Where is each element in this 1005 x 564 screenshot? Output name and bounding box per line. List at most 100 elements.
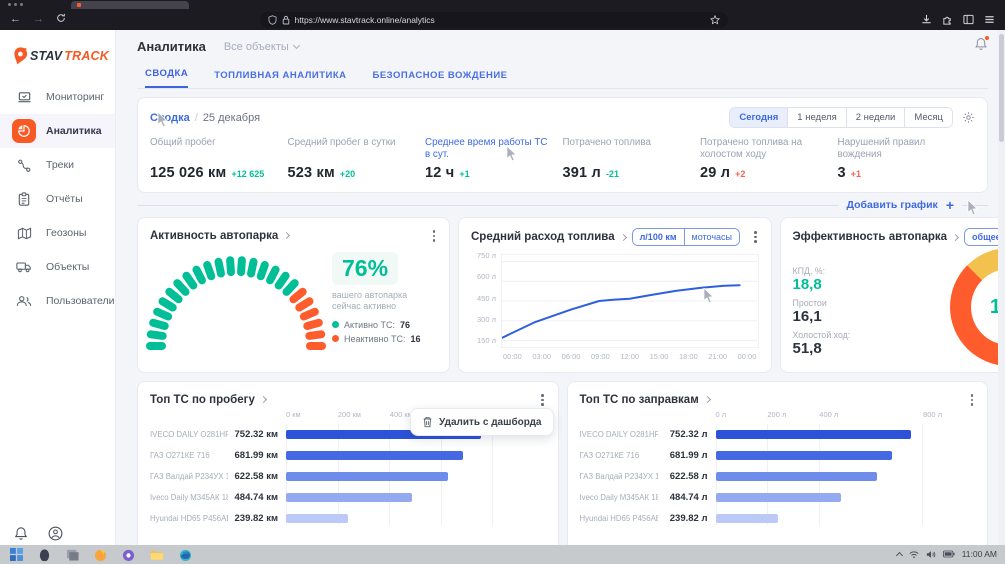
period-1week-button[interactable]: 1 неделя	[787, 108, 845, 127]
axis-tick-label: 0 л	[716, 410, 727, 419]
efficiency-stats: КПД, %: 18,8 Простои 16,1 Холостой ход: …	[793, 257, 879, 357]
sidebar-item-geozones[interactable]: Геозоны	[0, 216, 115, 250]
volume-icon[interactable]	[926, 550, 936, 559]
bar[interactable]	[716, 451, 893, 460]
kebab-menu-icon[interactable]	[539, 392, 546, 408]
axis-tick-label: 200 км	[338, 410, 361, 419]
gauge-segment	[237, 255, 246, 275]
lock-icon[interactable]	[282, 15, 290, 25]
page-header: Аналитика Все объекты	[137, 30, 988, 63]
scrollbar-thumb[interactable]	[999, 34, 1004, 142]
firefox-icon[interactable]	[94, 548, 107, 561]
summary-link[interactable]: Сводка	[150, 112, 190, 124]
logo-text-stav: STAV	[30, 49, 62, 63]
extensions-icon[interactable]	[942, 14, 953, 25]
tab-summary[interactable]: СВОДКА	[145, 68, 188, 88]
bell-icon[interactable]	[14, 526, 28, 541]
period-today-button[interactable]: Сегодня	[730, 108, 787, 127]
sidebar-item-analytics[interactable]: Аналитика	[0, 114, 115, 148]
sidebar-item-monitoring[interactable]: Мониторинг	[0, 80, 115, 114]
edge-icon[interactable]	[179, 548, 192, 561]
star-icon[interactable]	[710, 15, 720, 25]
kpi-driving-violations: Нарушений правил вождения 3+1	[838, 137, 976, 181]
add-chart-plus-icon[interactable]: +	[946, 198, 954, 212]
battery-icon[interactable]	[943, 550, 955, 558]
sidebar-panel-icon[interactable]	[963, 14, 974, 25]
period-2weeks-button[interactable]: 2 недели	[846, 108, 905, 127]
browser-tab[interactable]	[71, 1, 189, 9]
toggle-motor-hours[interactable]: моточасы	[684, 229, 740, 245]
charts-row-1: Активность автопарка 76% вашего автопарк…	[137, 217, 988, 373]
start-button-icon[interactable]	[10, 548, 23, 561]
sidebar-item-users[interactable]: Пользователи	[0, 284, 115, 318]
app-window: STAVTRACK Мониторинг Аналитика Треки	[0, 30, 1005, 545]
sidebar-item-reports[interactable]: Отчёты	[0, 182, 115, 216]
bar[interactable]	[286, 472, 448, 481]
bar[interactable]	[716, 472, 878, 481]
search-icon[interactable]	[38, 548, 51, 561]
remove-from-dashboard-menu[interactable]: Удалить с дашборда	[410, 408, 553, 436]
profile-icon[interactable]	[48, 526, 63, 541]
bar-row: ГАЗ Валдай Р234УХ 121622.58 л	[580, 466, 976, 487]
efficiency-view-toggle: общее подробно	[964, 228, 998, 246]
bar[interactable]	[716, 493, 842, 502]
tray-expand-icon[interactable]	[896, 551, 903, 558]
file-explorer-icon[interactable]	[150, 548, 164, 561]
card-title[interactable]: Средний расход топлива	[471, 231, 615, 243]
axis-tick-label: 200 л	[767, 410, 786, 419]
sidebar-item-objects[interactable]: Объекты	[0, 250, 115, 284]
hamburger-menu-icon[interactable]	[984, 14, 995, 25]
download-icon[interactable]	[921, 14, 932, 25]
clock[interactable]: 11:00 AM	[962, 549, 997, 559]
efficiency-donut-chart: 18,8	[950, 248, 998, 366]
reload-icon[interactable]	[56, 13, 66, 26]
tab-fuel-analytics[interactable]: ТОПЛИВНАЯ АНАЛИТИКА	[214, 70, 346, 88]
sidebar-item-tracks[interactable]: Треки	[0, 148, 115, 182]
toggle-l-per-100km[interactable]: л/100 км	[633, 229, 684, 245]
tab-favicon-icon	[77, 3, 81, 7]
kpi-row: Общий пробег 125 026 км+12 625 Средний п…	[150, 137, 975, 181]
window-controls[interactable]	[8, 3, 23, 6]
stavtrack-logo[interactable]: STAVTRACK	[0, 30, 115, 80]
card-title[interactable]: Топ ТС по пробегу	[150, 394, 255, 406]
page-scrollbar[interactable]	[998, 30, 1005, 545]
card-title[interactable]: Топ ТС по заправкам	[580, 394, 699, 406]
analytics-icon	[12, 119, 36, 143]
objects-filter-dropdown[interactable]: Все объекты	[224, 41, 299, 53]
legend-inactive: Неактивно ТС: 16	[332, 334, 437, 344]
bar-x-axis: 0 л200 л400 л800 л	[716, 410, 976, 424]
bar[interactable]	[716, 514, 778, 523]
notifications-button[interactable]	[974, 37, 988, 56]
os-taskbar: 11:00 AM	[0, 545, 1005, 564]
fleet-activity-gauge	[150, 250, 322, 346]
toggle-general[interactable]: общее	[965, 229, 998, 245]
kebab-menu-icon[interactable]	[969, 392, 976, 408]
bar[interactable]	[286, 493, 412, 502]
url-text[interactable]: https://www.stavtrack.online/analytics	[295, 15, 705, 25]
chevron-right-icon	[704, 396, 711, 403]
bar-rows: IVECO DAILY О281НР 126752.32 л ГАЗ О271К…	[580, 424, 976, 529]
card-title[interactable]: Активность автопарка	[150, 230, 278, 242]
fuel-x-axis: 00:0003:0006:0009:0012:0015:0018:0021:00…	[501, 352, 759, 361]
axis-tick-label: 800 л	[923, 410, 942, 419]
task-view-icon[interactable]	[66, 548, 79, 561]
shield-icon[interactable]	[268, 15, 277, 25]
sidebar: STAVTRACK Мониторинг Аналитика Треки	[0, 30, 116, 545]
main-content: Аналитика Все объекты СВОДКА ТОПЛИВНАЯ А…	[116, 30, 998, 545]
kebab-menu-icon[interactable]	[752, 229, 759, 245]
wifi-icon[interactable]	[909, 550, 919, 559]
bar[interactable]	[716, 430, 911, 439]
purple-app-icon[interactable]	[122, 548, 135, 561]
kebab-menu-icon[interactable]	[431, 228, 438, 244]
tab-safe-driving[interactable]: БЕЗОПАСНОЕ ВОЖДЕНИЕ	[373, 70, 508, 88]
url-bar[interactable]: https://www.stavtrack.online/analytics	[260, 12, 728, 28]
bar[interactable]	[286, 451, 463, 460]
period-month-button[interactable]: Месяц	[904, 108, 952, 127]
card-title[interactable]: Эффективность автопарка	[793, 231, 948, 243]
add-chart-link[interactable]: Добавить график	[847, 199, 938, 211]
summary-settings-button[interactable]	[962, 111, 975, 124]
forward-icon[interactable]: →	[33, 14, 44, 25]
chevron-down-icon	[293, 41, 300, 48]
bar[interactable]	[286, 514, 348, 523]
back-icon[interactable]: ←	[10, 14, 21, 25]
